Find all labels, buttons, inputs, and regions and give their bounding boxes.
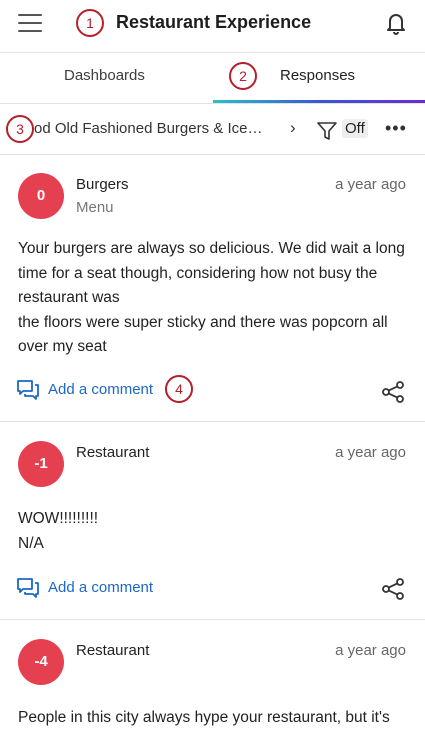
response-category: Restaurant — [76, 444, 150, 461]
more-horizontal-icon[interactable]: ••• — [385, 118, 407, 139]
bell-icon[interactable] — [384, 10, 408, 41]
score-badge: 0 — [18, 173, 64, 219]
share-icon[interactable] — [381, 380, 405, 409]
score-badge: -1 — [18, 441, 64, 487]
callout-marker-3: 3 — [6, 115, 34, 143]
add-comment-button[interactable]: Add a comment — [16, 577, 153, 599]
comment-icon — [17, 380, 39, 400]
score-badge: -4 — [18, 639, 64, 685]
response-text: Your burgers are always so delicious. We… — [18, 240, 405, 355]
add-comment-label: Add a comment — [48, 578, 154, 596]
active-tab-indicator — [213, 100, 425, 103]
callout-marker-2: 2 — [229, 62, 257, 90]
response-subcategory: Menu — [76, 199, 114, 216]
filter-status[interactable]: Off — [342, 119, 368, 138]
page-title: Restaurant Experience — [116, 12, 312, 32]
tab-dashboards[interactable]: Dashboards — [64, 67, 145, 84]
response-card: -4 Restaurant a year ago People in this … — [0, 620, 425, 726]
breadcrumb-survey-name[interactable]: Good Old Fashioned Burgers & Ice… — [14, 120, 282, 137]
add-comment-label: Add a comment — [48, 380, 154, 398]
tab-responses[interactable]: Responses — [280, 67, 355, 84]
callout-marker-4: 4 — [165, 375, 193, 403]
breadcrumb: Good Old Fashioned Burgers & Ice… 3 › Of… — [0, 104, 425, 155]
response-text: WOW!!!!!!!!! N/A — [18, 510, 99, 552]
response-text: People in this city always hype your res… — [18, 709, 390, 726]
response-category: Burgers — [76, 176, 129, 193]
hamburger-menu-icon[interactable] — [18, 14, 42, 34]
response-timestamp: a year ago — [335, 444, 406, 461]
response-timestamp: a year ago — [335, 642, 406, 659]
chevron-right-icon[interactable]: › — [290, 118, 296, 138]
response-card: -1 Restaurant a year ago WOW!!!!!!!!! N/… — [0, 422, 425, 620]
share-icon[interactable] — [381, 577, 405, 606]
response-card: 0 Burgers Menu a year ago Your burgers a… — [0, 155, 425, 422]
app-header: 1 Restaurant Experience — [0, 0, 425, 53]
comment-icon — [17, 578, 39, 598]
response-category: Restaurant — [76, 642, 150, 659]
filter-icon[interactable] — [316, 120, 338, 147]
callout-marker-1: 1 — [76, 9, 104, 37]
add-comment-button[interactable]: Add a comment — [16, 379, 153, 401]
response-timestamp: a year ago — [335, 176, 406, 193]
tab-bar: Dashboards 2 Responses — [0, 53, 425, 104]
